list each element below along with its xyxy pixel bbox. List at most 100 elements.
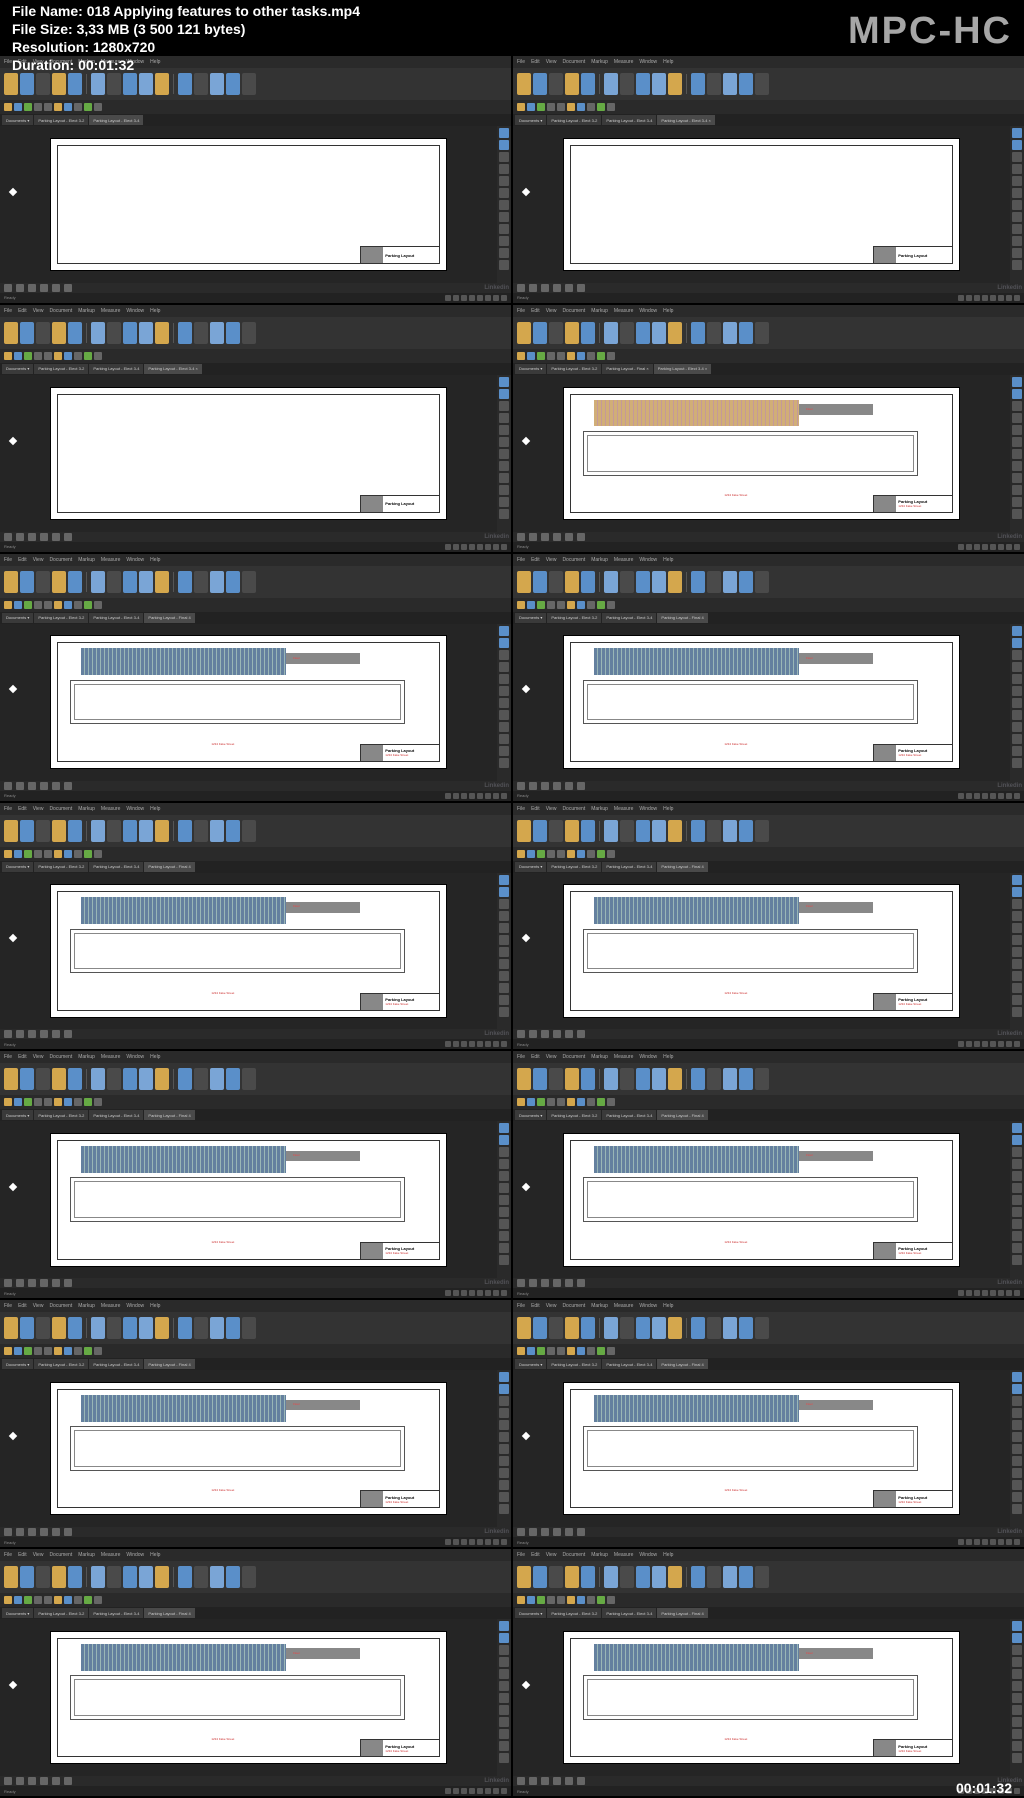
tool-icon[interactable] <box>178 1317 192 1339</box>
tool-icon[interactable] <box>533 1566 547 1588</box>
quick-tool-icon[interactable] <box>587 601 595 609</box>
panel-tool-icon[interactable] <box>1012 1372 1022 1382</box>
menu-item[interactable]: Markup <box>78 308 95 314</box>
panel-tool-icon[interactable] <box>499 461 509 471</box>
quick-tool-icon[interactable] <box>557 1596 565 1604</box>
status-icon[interactable] <box>461 544 467 550</box>
view-tool-icon[interactable] <box>52 284 60 292</box>
tool-icon[interactable] <box>226 73 240 95</box>
panel-tool-icon[interactable] <box>1012 1492 1022 1502</box>
tool-icon[interactable] <box>139 571 153 593</box>
quick-tool-icon[interactable] <box>567 1596 575 1604</box>
view-tool-icon[interactable] <box>529 533 537 541</box>
view-tool-icon[interactable] <box>40 1777 48 1785</box>
tool-icon[interactable] <box>755 820 769 842</box>
quick-tool-icon[interactable] <box>84 1347 92 1355</box>
menu-item[interactable]: Measure <box>614 1303 633 1309</box>
menu-item[interactable]: File <box>4 1552 12 1558</box>
menu-item[interactable]: Markup <box>591 59 608 65</box>
document-tab[interactable]: Parking Layout - Elect 3-4 <box>89 1110 143 1120</box>
panel-tool-icon[interactable] <box>1012 935 1022 945</box>
status-icon[interactable] <box>990 1041 996 1047</box>
panel-tool-icon[interactable] <box>499 1504 509 1514</box>
menu-item[interactable]: Help <box>150 1552 160 1558</box>
menu-item[interactable]: Edit <box>18 1303 27 1309</box>
view-tool-icon[interactable] <box>565 1777 573 1785</box>
status-icon[interactable] <box>958 295 964 301</box>
quick-tool-icon[interactable] <box>547 1596 555 1604</box>
thumbnail[interactable]: FileEditViewDocumentMarkupMeasureWindowH… <box>513 554 1024 801</box>
status-icon[interactable] <box>966 1041 972 1047</box>
quick-tool-icon[interactable] <box>537 1098 545 1106</box>
status-icon[interactable] <box>445 1290 451 1296</box>
quick-tool-icon[interactable] <box>74 103 82 111</box>
quick-tool-icon[interactable] <box>4 850 12 858</box>
menu-item[interactable]: Window <box>639 806 657 812</box>
quick-tool-icon[interactable] <box>527 352 535 360</box>
status-icon[interactable] <box>1006 793 1012 799</box>
panel-tool-icon[interactable] <box>1012 722 1022 732</box>
document-tab[interactable]: Documents ▾ <box>515 1608 546 1618</box>
panel-tool-icon[interactable] <box>1012 449 1022 459</box>
view-tool-icon[interactable] <box>4 1279 12 1287</box>
view-tool-icon[interactable] <box>553 1777 561 1785</box>
quick-tool-icon[interactable] <box>44 601 52 609</box>
tool-icon[interactable] <box>210 1068 224 1090</box>
tool-icon[interactable] <box>210 1317 224 1339</box>
thumbnail[interactable]: FileEditViewDocumentMarkupMeasureWindowH… <box>0 1300 511 1547</box>
panel-tool-icon[interactable] <box>499 947 509 957</box>
tool-icon[interactable] <box>155 322 169 344</box>
view-tool-icon[interactable] <box>565 1528 573 1536</box>
panel-tool-icon[interactable] <box>1012 1231 1022 1241</box>
quick-tool-icon[interactable] <box>34 850 42 858</box>
drawing-canvas[interactable]: Parking Layout <box>513 126 1010 283</box>
document-tab[interactable]: Parking Layout - Elect 3-4 <box>602 613 656 623</box>
tool-icon[interactable] <box>755 322 769 344</box>
drawing-canvas[interactable]: Floor1234 Fake StreetParking Layout1234 … <box>513 1121 1010 1278</box>
tool-icon[interactable] <box>20 820 34 842</box>
quick-tool-icon[interactable] <box>557 850 565 858</box>
tool-icon[interactable] <box>178 1068 192 1090</box>
tool-icon[interactable] <box>723 322 737 344</box>
panel-tool-icon[interactable] <box>1012 188 1022 198</box>
view-tool-icon[interactable] <box>52 1528 60 1536</box>
quick-tool-icon[interactable] <box>567 1347 575 1355</box>
menu-item[interactable]: Window <box>639 59 657 65</box>
document-tab[interactable]: Parking Layout - Elect 3-4 <box>602 862 656 872</box>
menu-item[interactable]: Document <box>49 557 72 563</box>
tool-icon[interactable] <box>652 322 666 344</box>
panel-tool-icon[interactable] <box>1012 461 1022 471</box>
status-icon[interactable] <box>461 1290 467 1296</box>
status-icon[interactable] <box>485 1290 491 1296</box>
status-icon[interactable] <box>1006 295 1012 301</box>
panel-tool-icon[interactable] <box>499 686 509 696</box>
view-tool-icon[interactable] <box>28 782 36 790</box>
panel-tool-icon[interactable] <box>499 200 509 210</box>
tool-icon[interactable] <box>178 73 192 95</box>
view-tool-icon[interactable] <box>565 284 573 292</box>
document-tab[interactable]: Documents ▾ <box>2 613 33 623</box>
quick-tool-icon[interactable] <box>74 601 82 609</box>
status-icon[interactable] <box>469 295 475 301</box>
status-icon[interactable] <box>453 1290 459 1296</box>
status-icon[interactable] <box>469 1539 475 1545</box>
quick-tool-icon[interactable] <box>607 1098 615 1106</box>
view-tool-icon[interactable] <box>565 1030 573 1038</box>
quick-tool-icon[interactable] <box>547 1098 555 1106</box>
status-icon[interactable] <box>1014 295 1020 301</box>
menu-item[interactable]: View <box>546 59 557 65</box>
quick-tool-icon[interactable] <box>607 850 615 858</box>
view-tool-icon[interactable] <box>541 1279 549 1287</box>
panel-tool-icon[interactable] <box>1012 1444 1022 1454</box>
status-icon[interactable] <box>493 1290 499 1296</box>
tool-icon[interactable] <box>604 1317 618 1339</box>
panel-tool-icon[interactable] <box>1012 686 1022 696</box>
tool-icon[interactable] <box>194 1068 208 1090</box>
quick-tool-icon[interactable] <box>527 1596 535 1604</box>
tool-icon[interactable] <box>4 820 18 842</box>
tool-icon[interactable] <box>565 1317 579 1339</box>
view-tool-icon[interactable] <box>541 284 549 292</box>
thumbnail[interactable]: FileEditViewDocumentMarkupMeasureWindowH… <box>0 305 511 552</box>
panel-tool-icon[interactable] <box>1012 236 1022 246</box>
view-tool-icon[interactable] <box>28 1528 36 1536</box>
